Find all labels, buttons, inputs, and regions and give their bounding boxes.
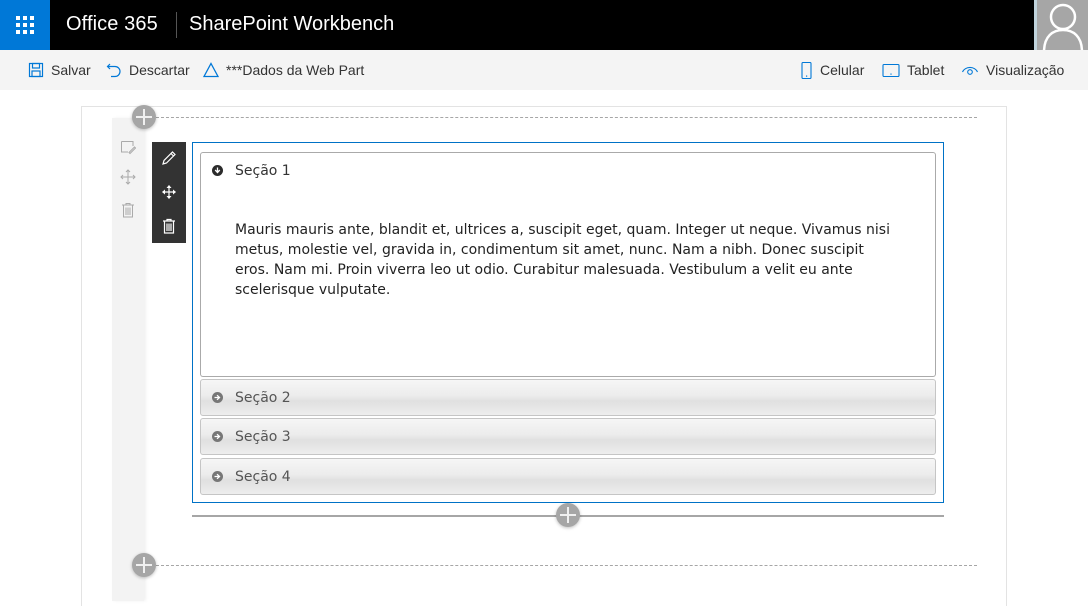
preview-eye-icon (961, 66, 979, 75)
user-avatar-icon (1042, 3, 1084, 50)
zone-divider-top (156, 117, 977, 118)
edit-zone-icon (121, 141, 136, 155)
expanded-arrow-icon (212, 165, 223, 176)
command-bar: Salvar Descartar ***Dados da Web Part Ce… (0, 50, 1088, 90)
save-label: Salvar (51, 62, 91, 78)
edit-zone-button[interactable] (119, 138, 137, 156)
accordion-section-1-header[interactable]: Seção 1 (200, 152, 936, 189)
zone-divider-bottom (156, 565, 977, 566)
web-part-data-label: ***Dados da Web Part (226, 62, 365, 78)
add-zone-top-button[interactable] (132, 105, 156, 129)
delete-web-part-button[interactable] (152, 211, 186, 241)
suite-bar: Office 365 SharePoint Workbench (0, 0, 1088, 50)
save-icon (28, 62, 44, 78)
delete-zone-icon (122, 203, 134, 218)
undo-icon (106, 63, 121, 78)
mobile-preview-button[interactable]: Celular (800, 50, 864, 90)
save-button[interactable]: Salvar (28, 50, 91, 90)
preview-label: Visualização (986, 62, 1065, 78)
preview-button[interactable]: Visualização (961, 50, 1064, 90)
section-text: Mauris mauris ante, blandit et, ultrices… (235, 222, 890, 298)
app-title: SharePoint Workbench (189, 13, 395, 35)
accordion-section-1-content: Mauris mauris ante, blandit et, ultrices… (200, 188, 936, 377)
section-title: Seção 4 (235, 468, 291, 485)
discard-button[interactable]: Descartar (106, 50, 190, 90)
phone-icon (801, 61, 812, 79)
brand-name[interactable]: Office 365 (66, 13, 158, 36)
user-avatar-button[interactable] (1034, 0, 1088, 50)
edit-web-part-button[interactable] (152, 143, 186, 173)
discard-label: Descartar (129, 62, 190, 78)
section-title: Seção 1 (235, 162, 291, 179)
section-title: Seção 3 (235, 428, 291, 445)
tablet-preview-button[interactable]: Tablet (882, 50, 944, 90)
accordion-section-3-header[interactable]: Seção 3 (200, 418, 936, 455)
app-launcher-icon (16, 16, 34, 34)
web-part-data-button[interactable]: ***Dados da Web Part (203, 50, 364, 90)
tablet-label: Tablet (907, 62, 945, 78)
move-web-part-button[interactable] (152, 177, 186, 207)
collapsed-arrow-icon (212, 392, 223, 403)
section-title: Seção 2 (235, 389, 291, 406)
mobile-label: Celular (820, 62, 865, 78)
move-icon (162, 185, 176, 199)
tablet-icon (882, 63, 900, 78)
title-divider (176, 12, 177, 38)
add-web-part-button[interactable] (556, 503, 580, 527)
zone-toolbar (112, 118, 144, 601)
accordion-section-4-header[interactable]: Seção 4 (200, 458, 936, 495)
move-zone-button[interactable] (119, 168, 137, 186)
triangle-icon (203, 62, 219, 78)
accordion-section-2-header[interactable]: Seção 2 (200, 379, 936, 416)
delete-icon (163, 218, 175, 234)
collapsed-arrow-icon (212, 431, 223, 442)
edit-icon (162, 151, 176, 165)
collapsed-arrow-icon (212, 471, 223, 482)
web-part-toolbar (152, 142, 186, 243)
app-launcher-button[interactable] (0, 0, 50, 50)
delete-zone-button[interactable] (119, 201, 137, 219)
add-zone-bottom-button[interactable] (132, 553, 156, 577)
move-zone-icon (120, 169, 136, 185)
